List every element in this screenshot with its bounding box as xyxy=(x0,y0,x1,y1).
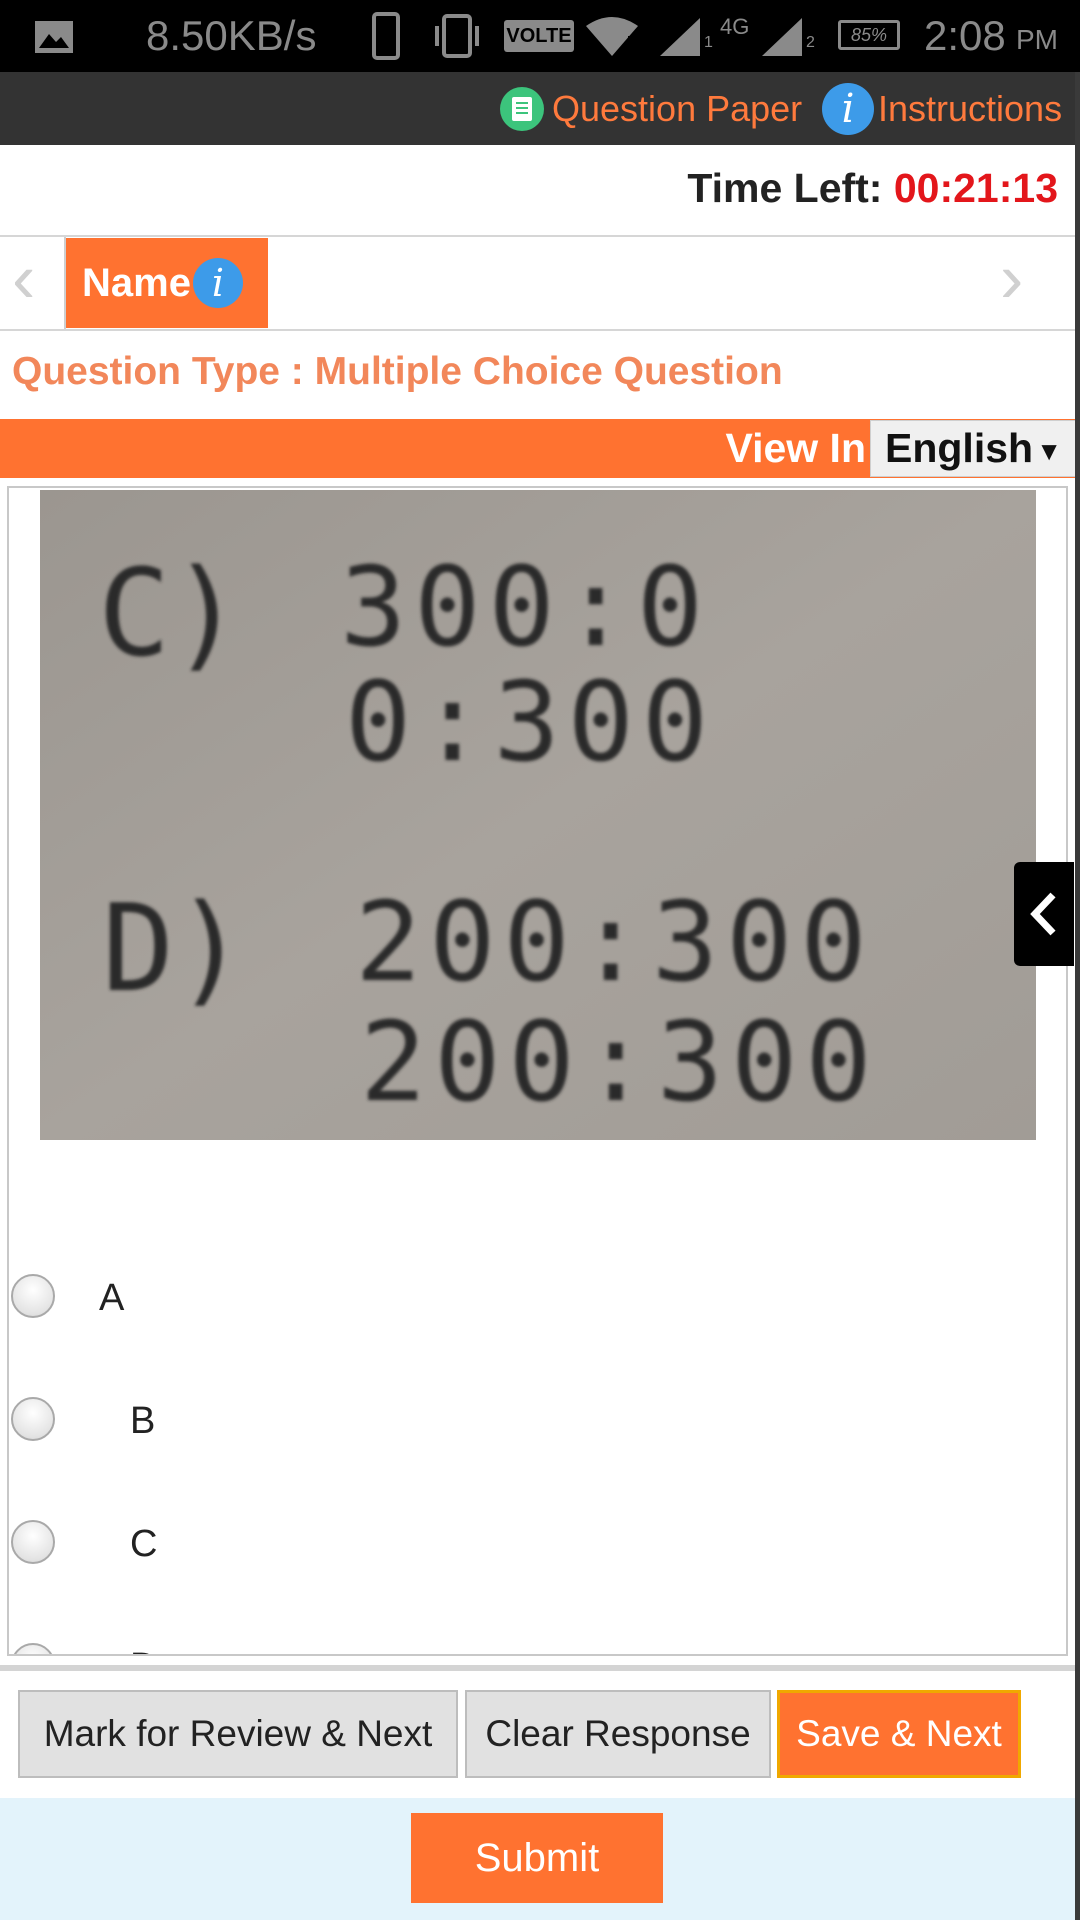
divider xyxy=(0,1665,1075,1671)
option-label: B xyxy=(130,1400,156,1442)
question-type: Question Type : Multiple Choice Question xyxy=(12,350,783,393)
scroll-edge xyxy=(1075,72,1080,1920)
timer-row: Time Left: 00:21:13 xyxy=(0,145,1080,237)
option-row[interactable]: C xyxy=(9,1514,909,1574)
battery-icon: 85% xyxy=(838,20,900,50)
section-tab-name[interactable]: Name i xyxy=(66,238,268,328)
image-option-d-line1: 200:300 xyxy=(355,878,875,1006)
submit-area: Submit xyxy=(0,1798,1075,1920)
side-panel-toggle[interactable] xyxy=(1014,862,1074,966)
signal-icon xyxy=(660,18,700,56)
time-left-value: 00:21:13 xyxy=(893,165,1058,211)
option-label: A xyxy=(99,1277,125,1319)
question-paper-icon xyxy=(500,86,544,131)
chevron-left-icon xyxy=(1030,892,1056,936)
signal-icon-2 xyxy=(762,18,802,56)
image-option-d-label: D) xyxy=(102,880,247,1019)
section-tab-label: Name xyxy=(82,260,191,305)
next-section-arrow[interactable]: › xyxy=(1000,243,1023,313)
question-panel: C) 300:0 0:300 D) 200:300 200:300 A B C … xyxy=(7,486,1068,1656)
radio-button[interactable] xyxy=(11,1397,55,1441)
dropdown-arrow-icon: ▼ xyxy=(1036,436,1062,466)
save-next-button[interactable]: Save & Next xyxy=(777,1690,1021,1778)
prev-section-arrow[interactable]: ‹ xyxy=(12,243,35,313)
mark-for-review-button[interactable]: Mark for Review & Next xyxy=(18,1690,458,1778)
question-image: C) 300:0 0:300 D) 200:300 200:300 xyxy=(40,490,1036,1140)
top-header: Question Paper i Instructions xyxy=(0,72,1080,145)
clock: 2:08 xyxy=(924,12,1006,59)
view-in-bar: View In English ▼ xyxy=(0,419,1080,478)
section-tabs: ‹ Name i › xyxy=(0,237,1080,331)
phone-icon xyxy=(372,12,400,60)
radio-button[interactable] xyxy=(11,1274,55,1318)
language-value: English xyxy=(885,425,1034,471)
option-label: C xyxy=(130,1523,158,1565)
info-icon: i xyxy=(822,82,874,135)
instructions-link[interactable]: i Instructions xyxy=(822,72,1062,145)
option-row[interactable]: A xyxy=(9,1268,909,1328)
submit-button[interactable]: Submit xyxy=(411,1813,663,1903)
wifi-alert-icon xyxy=(586,17,638,56)
question-paper-label: Question Paper xyxy=(552,87,803,129)
clear-response-button[interactable]: Clear Response xyxy=(465,1690,771,1778)
image-option-c-line1: 300:0 xyxy=(340,543,711,671)
clock-ampm: PM xyxy=(1016,24,1058,55)
vibrate-icon xyxy=(435,14,479,58)
network-speed: 8.50KB/s xyxy=(146,12,317,59)
radio-button[interactable] xyxy=(11,1643,55,1654)
language-select[interactable]: English ▼ xyxy=(870,420,1077,477)
time-left: Time Left: 00:21:13 xyxy=(687,165,1058,212)
option-label: D xyxy=(130,1637,157,1654)
question-paper-link[interactable]: Question Paper xyxy=(500,72,802,145)
image-option-d-line2: 200:300 xyxy=(360,998,880,1126)
image-option-c-line2: 0:300 xyxy=(345,658,716,786)
radio-button[interactable] xyxy=(11,1520,55,1564)
section-info-icon[interactable]: i xyxy=(192,258,243,308)
image-option-c-label: C) xyxy=(98,545,243,684)
status-bar: 8.50KB/s VOLTE 1 4G 2 85% 2:08 PM xyxy=(0,0,1080,72)
view-in-label: View In xyxy=(725,425,866,471)
option-row[interactable]: B xyxy=(9,1391,909,1451)
time-left-label: Time Left: xyxy=(687,165,883,211)
volte-badge: VOLTE xyxy=(504,20,574,52)
instructions-label: Instructions xyxy=(878,87,1063,129)
gallery-icon xyxy=(35,21,73,53)
option-row[interactable]: D xyxy=(9,1637,909,1654)
network-type: 4G xyxy=(720,14,750,39)
